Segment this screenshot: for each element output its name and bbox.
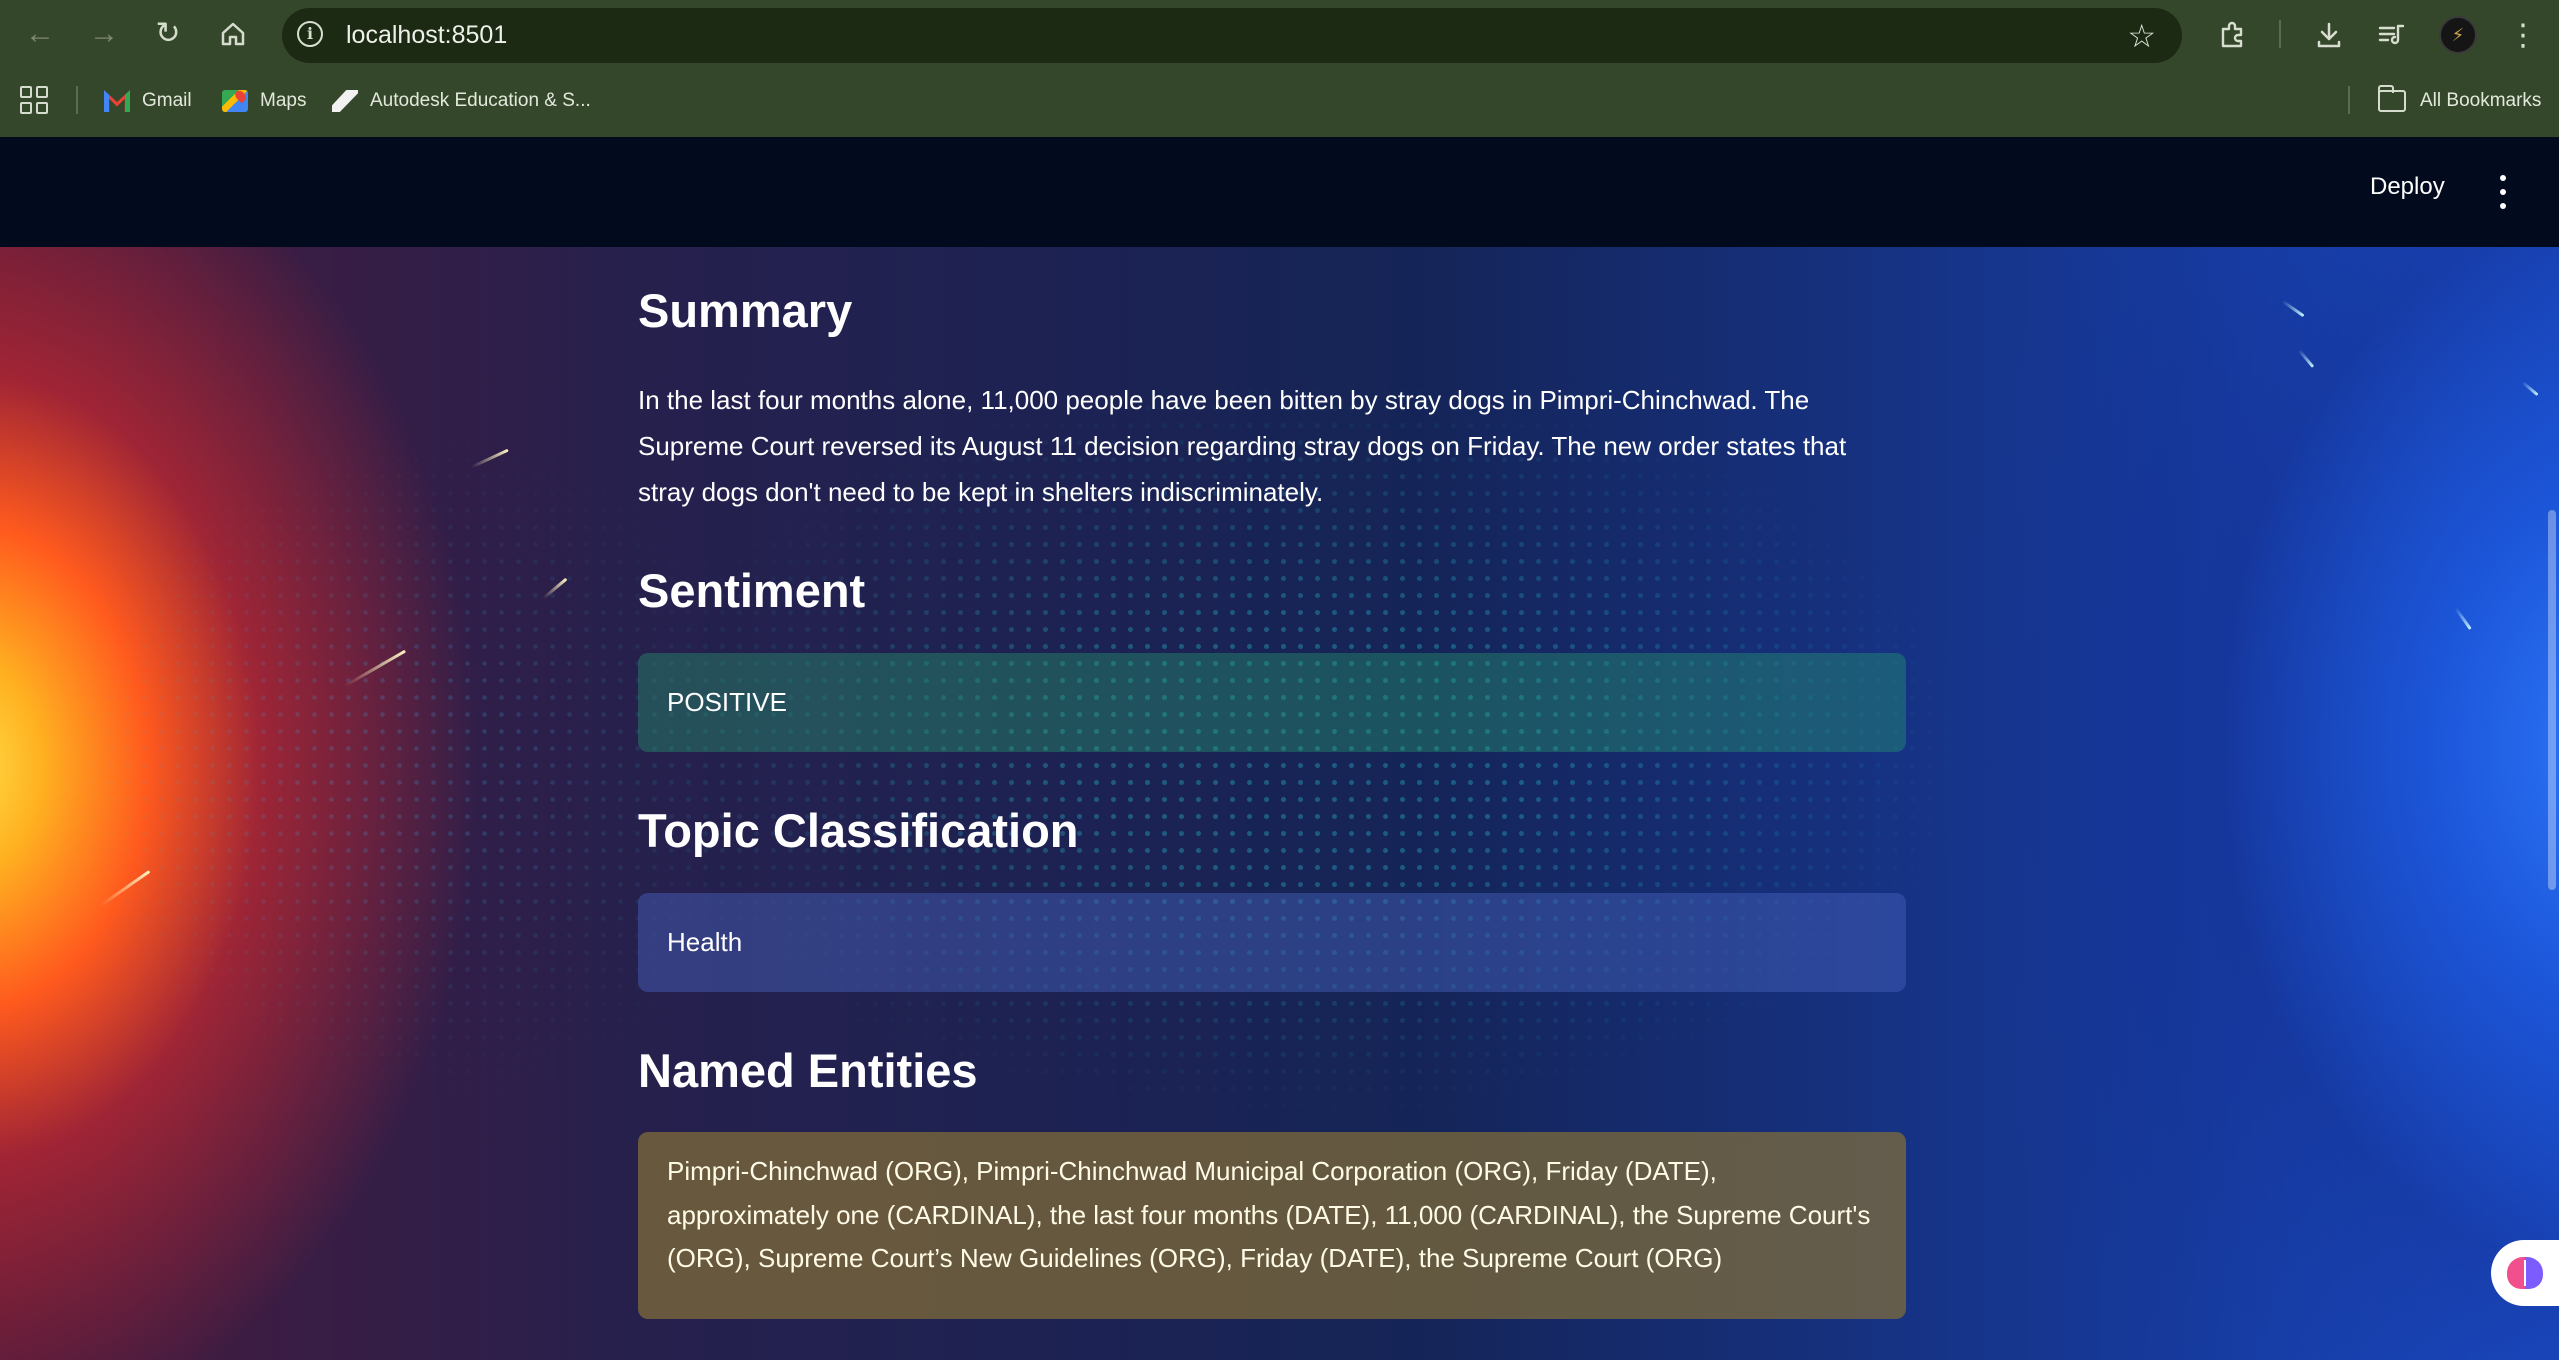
sentiment-result-box: POSITIVE [638, 653, 1906, 752]
browser-menu-icon[interactable]: ⋮ [2502, 14, 2544, 56]
bookmark-autodesk[interactable]: Autodesk Education & S... [332, 84, 591, 118]
entities-heading: Named Entities [638, 1044, 978, 1097]
all-bookmarks-label: All Bookmarks [2420, 90, 2542, 111]
sentiment-heading: Sentiment [638, 564, 866, 617]
media-controls-icon[interactable] [2370, 14, 2412, 56]
sentiment-value: POSITIVE [667, 687, 787, 717]
bookmark-gmail[interactable]: Gmail [104, 84, 192, 118]
extensions-icon[interactable] [2212, 14, 2254, 56]
deploy-button[interactable]: Deploy [2370, 173, 2445, 201]
gmail-icon [104, 90, 130, 112]
brain-icon [2507, 1257, 2543, 1289]
site-info-icon[interactable]: i [297, 21, 323, 47]
toolbar-divider [2279, 20, 2281, 48]
apps-grid-icon[interactable] [20, 86, 48, 114]
summary-text: In the last four months alone, 11,000 pe… [638, 385, 1847, 507]
assistant-fab[interactable] [2491, 1240, 2559, 1306]
bookmark-label: Autodesk Education & S... [370, 90, 591, 111]
browser-chrome: ← → ↻ i localhost:8501 ☆ ⚡ ⋮ Gmail Maps … [0, 0, 2559, 137]
entities-result-box: Pimpri-Chinchwad (ORG), Pimpri-Chinchwad… [638, 1132, 1906, 1319]
entities-value: Pimpri-Chinchwad (ORG), Pimpri-Chinchwad… [667, 1156, 1871, 1273]
app-header: Deploy [0, 137, 2559, 247]
bookmark-label: Gmail [142, 90, 192, 111]
address-bar[interactable]: i localhost:8501 ☆ [282, 8, 2182, 63]
forward-icon[interactable]: → [84, 14, 124, 54]
bookmark-label: Maps [260, 90, 307, 111]
bookmarks-divider [2348, 86, 2350, 114]
browser-toolbar: ← → ↻ i localhost:8501 ☆ ⚡ ⋮ [0, 0, 2559, 68]
bookmarks-divider [76, 86, 78, 114]
url-text[interactable]: localhost:8501 [346, 21, 507, 50]
back-icon[interactable]: ← [20, 14, 60, 54]
bookmark-star-icon[interactable]: ☆ [2127, 17, 2156, 55]
app-menu-icon[interactable] [2496, 175, 2510, 209]
all-bookmarks-button[interactable]: All Bookmarks [2378, 84, 2541, 118]
page-scrollbar[interactable] [2548, 510, 2556, 890]
autodesk-icon [332, 90, 358, 112]
bookmark-maps[interactable]: Maps [222, 84, 306, 118]
topic-result-box: Health [638, 893, 1906, 992]
maps-icon [222, 90, 248, 112]
bookmarks-bar: Gmail Maps Autodesk Education & S... All… [0, 76, 2559, 126]
summary-heading: Summary [638, 284, 853, 337]
download-icon[interactable] [2308, 14, 2350, 56]
topic-heading: Topic Classification [638, 804, 1079, 857]
folder-icon [2378, 85, 2406, 112]
topic-value: Health [667, 927, 743, 957]
home-icon[interactable] [213, 14, 253, 54]
profile-avatar[interactable]: ⚡ [2439, 16, 2477, 54]
reload-icon[interactable]: ↻ [148, 14, 188, 54]
